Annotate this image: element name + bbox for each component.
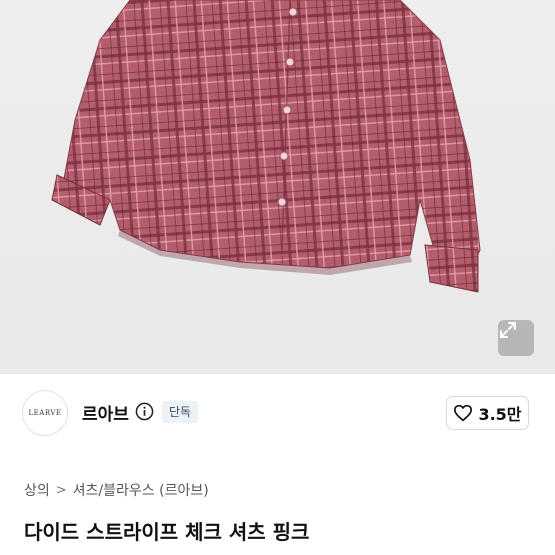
brand-row: LEARVE 르아브 단독 3.5만 (0, 374, 555, 454)
brand-logo[interactable]: LEARVE (22, 390, 68, 436)
product-title: 다이드 스트라이프 체크 셔츠 핑크 (24, 520, 310, 544)
like-count: 3.5만 (478, 405, 522, 424)
like-button[interactable]: 3.5만 (446, 396, 529, 430)
brand-logo-text: LEARVE (28, 409, 62, 417)
brand-name[interactable]: 르아브 (82, 400, 129, 425)
breadcrumb-item-category[interactable]: 상의 (24, 480, 50, 500)
exclusive-badge: 단독 (162, 401, 199, 423)
expand-icon (500, 322, 516, 338)
breadcrumb-item-subcategory[interactable]: 셔츠/블라우스 (르아브) (73, 480, 209, 500)
breadcrumb: 상의 > 셔츠/블라우스 (르아브) (24, 480, 209, 500)
expand-image-button[interactable] (498, 320, 534, 356)
breadcrumb-separator: > (55, 482, 67, 498)
product-image[interactable] (0, 0, 555, 374)
info-icon[interactable] (135, 402, 154, 421)
heart-icon (454, 404, 473, 422)
shirt-illustration (51, 0, 481, 293)
